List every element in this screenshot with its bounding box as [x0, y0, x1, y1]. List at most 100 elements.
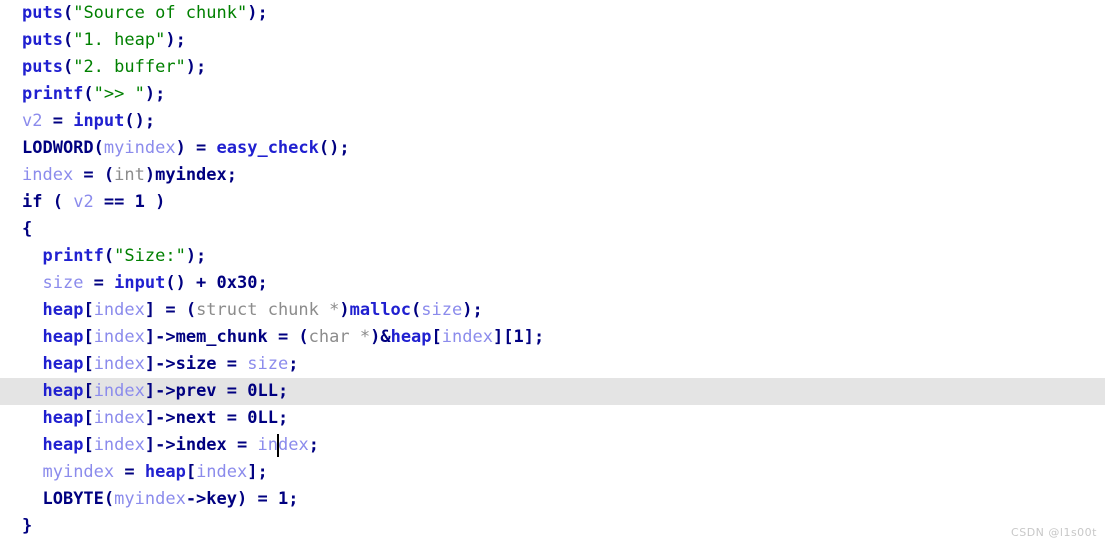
code-line[interactable]: size = input() + 0x30;: [0, 270, 1105, 297]
code-token-str: "Size:": [114, 246, 186, 266]
code-token-punct: (: [62, 57, 74, 77]
code-line[interactable]: LODWORD(myindex) = easy_check();: [0, 135, 1105, 162]
code-token-local: index: [93, 300, 145, 320]
code-token-punct: ) =: [237, 489, 278, 509]
code-token-func: malloc: [349, 300, 412, 320]
code-token-local: v2: [22, 111, 43, 131]
code-token-func: input: [73, 111, 125, 131]
code-token-punct: (: [62, 3, 74, 23]
code-token-punct: = (: [73, 165, 115, 185]
code-token-func: heap: [42, 300, 84, 320]
code-line-text: puts("Source of chunk");: [22, 3, 268, 23]
code-token-punct: =: [83, 273, 115, 293]
code-line[interactable]: printf(">> ");: [0, 81, 1105, 108]
code-line[interactable]: puts("Source of chunk");: [0, 0, 1105, 27]
code-token-punct: [: [83, 408, 94, 428]
code-line-text: printf("Size:");: [22, 246, 206, 266]
code-token-punct: );: [165, 30, 186, 50]
code-token-punct: [: [83, 327, 94, 347]
code-token-func: heap: [42, 381, 84, 401]
code-line[interactable]: index = (int)myindex;: [0, 162, 1105, 189]
code-token-func: puts: [22, 30, 63, 50]
code-line[interactable]: }: [0, 513, 1105, 540]
code-token-num: 0LL: [247, 408, 278, 428]
code-line-text: heap[index]->prev = 0LL;: [0, 378, 288, 405]
code-token-punct: (: [103, 246, 115, 266]
code-token-key: if: [22, 192, 43, 212]
code-line[interactable]: printf("Size:");: [0, 243, 1105, 270]
code-line[interactable]: if ( v2 == 1 ): [0, 189, 1105, 216]
code-token-punct: (: [93, 138, 104, 158]
code-token-local: size: [247, 354, 289, 374]
code-token-punct: ();: [124, 111, 156, 131]
code-line[interactable]: heap[index] = (struct chunk *)malloc(siz…: [0, 297, 1105, 324]
code-token-key: index: [175, 435, 227, 455]
code-token-punct: );: [462, 300, 483, 320]
code-token-func: heap: [42, 327, 84, 347]
code-line-highlighted[interactable]: heap[index]->prev = 0LL;: [0, 378, 1105, 405]
code-token-key: LOBYTE: [42, 489, 104, 509]
code-token-local: size: [421, 300, 463, 320]
code-token-punct: ];: [523, 327, 545, 347]
code-token-punct: );: [144, 84, 166, 104]
pseudocode-editor[interactable]: puts("Source of chunk"); puts("1. heap");…: [0, 0, 1105, 545]
code-line-text: heap[index]->size = size;: [22, 354, 298, 374]
code-token-key: mem_chunk: [175, 327, 268, 347]
code-token-punct: );: [247, 3, 268, 23]
code-token-punct: =: [42, 111, 74, 131]
code-line-text: LODWORD(myindex) = easy_check();: [22, 138, 350, 158]
code-token-local: size: [42, 273, 84, 293]
watermark: CSDN @l1s00t: [1011, 526, 1097, 539]
code-token-punct: [: [431, 327, 442, 347]
code-line[interactable]: v2 = input();: [0, 108, 1105, 135]
code-token-num: 0LL: [247, 381, 278, 401]
code-token-punct: ();: [318, 138, 350, 158]
code-token-punct: (: [83, 84, 94, 104]
code-line[interactable]: myindex = heap[index];: [0, 459, 1105, 486]
code-token-func: puts: [22, 57, 63, 77]
code-line[interactable]: puts("2. buffer");: [0, 54, 1105, 81]
code-line[interactable]: heap[index]->next = 0LL;: [0, 405, 1105, 432]
code-token-punct: )&: [370, 327, 391, 347]
code-token-num: 0x30: [216, 273, 258, 293]
code-line[interactable]: {: [0, 216, 1105, 243]
code-line-text: heap[index]->mem_chunk = (char *)&heap[i…: [22, 327, 544, 347]
code-token-punct: =: [216, 381, 248, 401]
code-line[interactable]: puts("1. heap");: [0, 27, 1105, 54]
code-token-local: index: [93, 408, 145, 428]
code-line[interactable]: heap[index]->mem_chunk = (char *)&heap[i…: [0, 324, 1105, 351]
code-token-punct: (: [411, 300, 422, 320]
code-token-punct: ==: [93, 192, 135, 212]
code-token-punct: [: [83, 300, 94, 320]
code-token-func: heap: [144, 462, 186, 482]
code-token-str: "2. buffer": [73, 57, 186, 77]
code-line[interactable]: LOBYTE(myindex->key) = 1;: [0, 486, 1105, 513]
code-token-func: heap: [42, 408, 84, 428]
code-lines-container[interactable]: puts("Source of chunk"); puts("1. heap");…: [0, 0, 1105, 540]
code-line-text: if ( v2 == 1 ): [22, 192, 165, 212]
code-token-punct: );: [185, 57, 207, 77]
code-line[interactable]: heap[index]->index = index;: [0, 432, 1105, 459]
code-token-punct: ;: [257, 273, 268, 293]
code-token-punct: ;: [277, 408, 289, 428]
text-cursor: [277, 434, 279, 457]
code-token-func: easy_check: [216, 138, 319, 158]
code-token-punct: [: [83, 435, 94, 455]
code-token-local: myindex: [114, 489, 186, 509]
code-token-num: 1: [134, 192, 145, 212]
code-line[interactable]: heap[index]->size = size;: [0, 351, 1105, 378]
code-token-punct: [: [185, 462, 197, 482]
code-token-local: index: [257, 435, 309, 455]
code-token-punct: ]->: [144, 435, 176, 455]
code-token-punct: );: [185, 246, 207, 266]
code-token-punct: ] = (: [144, 300, 197, 320]
code-token-punct: =: [216, 408, 248, 428]
code-token-key: next: [175, 408, 217, 428]
